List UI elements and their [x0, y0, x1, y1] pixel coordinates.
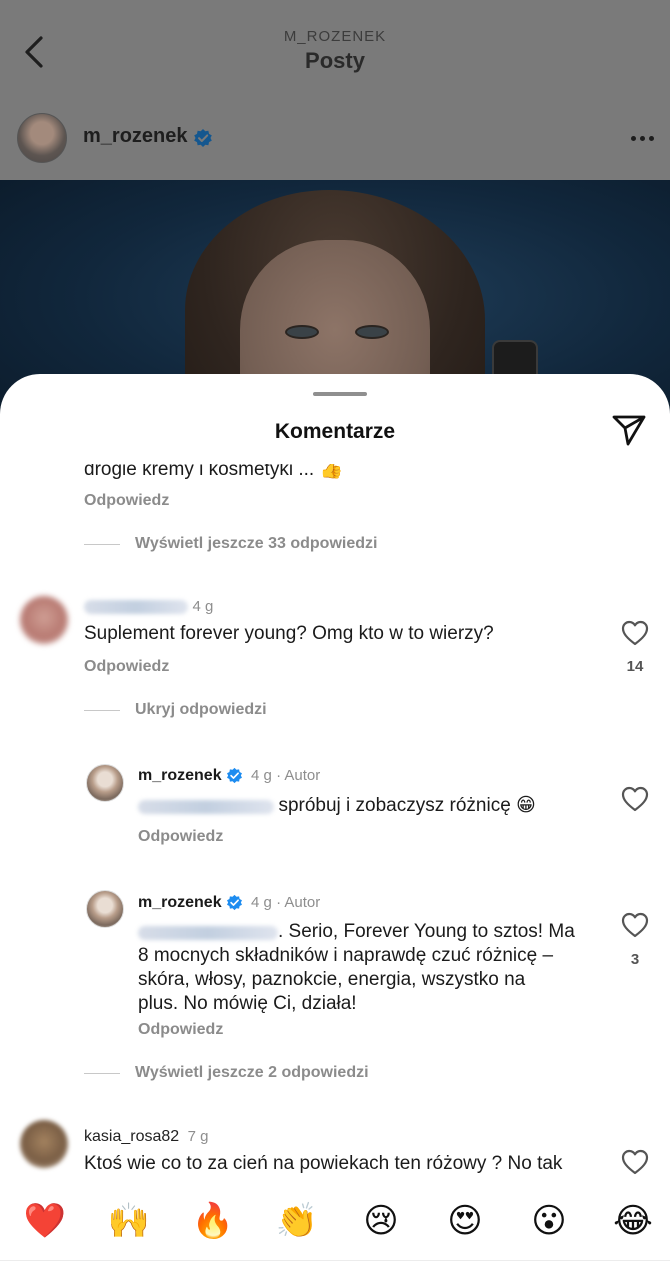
comment-text: Suplement forever young? Omg kto w to wi… — [84, 623, 494, 644]
heart-icon — [621, 1149, 649, 1175]
avatar[interactable] — [86, 764, 124, 802]
avatar[interactable] — [17, 113, 67, 163]
emoji-fire-button[interactable]: 🔥 — [190, 1198, 236, 1244]
more-options-button[interactable] — [624, 126, 660, 150]
like-count: 3 — [630, 951, 640, 968]
comment-text: Ktoś wie co to za cień na powiekach ten … — [84, 1153, 563, 1174]
sheet-title: Komentarze — [274, 420, 396, 443]
like-button[interactable] — [620, 911, 650, 939]
avatar[interactable] — [86, 890, 124, 928]
share-button[interactable] — [609, 412, 649, 448]
hide-replies-button[interactable]: Ukryj odpowiedzi — [135, 701, 267, 719]
mention-redacted[interactable] — [138, 925, 278, 940]
emoji-clapping-hands-button[interactable]: 👏 — [274, 1198, 320, 1244]
thread-divider — [84, 710, 120, 711]
view-more-replies-button[interactable]: Wyświetl jeszcze 33 odpowiedzi — [135, 535, 377, 553]
emoji-crying-face-button[interactable]: 😢 — [358, 1198, 404, 1244]
comment-header: kasia_rosa82 7 g — [84, 1128, 208, 1146]
comment-header: 4 g — [84, 598, 213, 618]
reply-text: 8 mocnych składników i naprawdę czuć róż… — [138, 945, 554, 966]
thread-divider — [84, 544, 120, 545]
reply-text: skóra, włosy, paznokcie, energia, wszyst… — [138, 969, 526, 990]
emoji-reaction-bar: ❤️ 🙌 🔥 👏 😢 😍 😮 😂 — [0, 1182, 670, 1270]
comments-list[interactable]: drogie kremy i kosmetyki ... 👍 Odpowiedz… — [0, 464, 670, 1176]
thread-divider — [84, 1073, 120, 1074]
reply-header: m_rozenek 4 g · Autor — [138, 767, 320, 785]
username-redacted[interactable] — [84, 599, 188, 614]
emoji-heart-eyes-button[interactable]: 😍 — [442, 1198, 488, 1244]
avatar[interactable] — [20, 596, 68, 644]
reply-text: spróbuj i zobaczysz różnicę 😁 — [278, 795, 536, 816]
post-username[interactable]: m_rozenek — [83, 125, 188, 148]
top-bar: M_ROZENEK Posty — [0, 0, 670, 96]
like-button[interactable] — [620, 785, 650, 813]
reply-username[interactable]: m_rozenek — [138, 767, 222, 784]
reply-meta: 4 g · Autor — [251, 894, 321, 911]
like-button[interactable] — [620, 1148, 650, 1176]
comment-time: 7 g — [187, 1128, 209, 1145]
reply-text: . Serio, Forever Young to sztos! Ma — [278, 921, 575, 942]
heart-icon — [621, 620, 649, 646]
reply-button[interactable]: Odpowiedz — [84, 492, 169, 510]
comment-input-edge — [0, 1260, 670, 1270]
reply-username[interactable]: m_rozenek — [138, 894, 222, 911]
reply-body: spróbuj i zobaczysz różnicę 😁 — [138, 794, 536, 818]
reply-header: m_rozenek 4 g · Autor — [138, 894, 320, 912]
reply-button[interactable]: Odpowiedz — [84, 658, 169, 676]
verified-badge-icon — [226, 768, 242, 784]
view-more-replies-button[interactable]: Wyświetl jeszcze 2 odpowiedzi — [135, 1064, 369, 1082]
post-image-eye — [285, 325, 319, 339]
paper-plane-icon — [612, 415, 646, 446]
post-author-row: m_rozenek — [0, 96, 670, 180]
emoji-red-heart-button[interactable]: ❤️ — [22, 1198, 68, 1244]
post-image-eye — [355, 325, 389, 339]
reply-text: plus. No mówię Ci, działa! — [138, 993, 357, 1014]
mention-redacted[interactable] — [138, 799, 274, 814]
verified-badge-icon — [194, 129, 212, 147]
reply-button[interactable]: Odpowiedz — [138, 828, 223, 846]
comment-text: drogie kremy i kosmetyki ... 👍 — [84, 464, 344, 480]
heart-icon — [621, 786, 649, 812]
heart-icon — [621, 912, 649, 938]
like-count: 14 — [626, 658, 644, 675]
reply-button[interactable]: Odpowiedz — [138, 1021, 223, 1039]
page-title: Posty — [305, 48, 365, 73]
account-caps-label: M_ROZENEK — [283, 28, 387, 45]
emoji-raising-hands-button[interactable]: 🙌 — [106, 1198, 152, 1244]
reply-meta: 4 g · Autor — [251, 767, 321, 784]
like-button[interactable] — [620, 619, 650, 647]
comment-time: 4 g — [192, 598, 214, 615]
comment-username[interactable]: kasia_rosa82 — [84, 1128, 179, 1145]
reply-body-line: . Serio, Forever Young to sztos! Ma — [138, 920, 575, 944]
avatar[interactable] — [20, 1120, 68, 1168]
verified-badge-icon — [226, 895, 242, 911]
comments-sheet: Komentarze drogie kremy i kosmetyki ... … — [0, 374, 670, 1270]
sheet-drag-handle[interactable] — [313, 392, 367, 396]
emoji-open-mouth-button[interactable]: 😮 — [526, 1198, 572, 1244]
emoji-tears-of-joy-button[interactable]: 😂 — [610, 1198, 656, 1244]
